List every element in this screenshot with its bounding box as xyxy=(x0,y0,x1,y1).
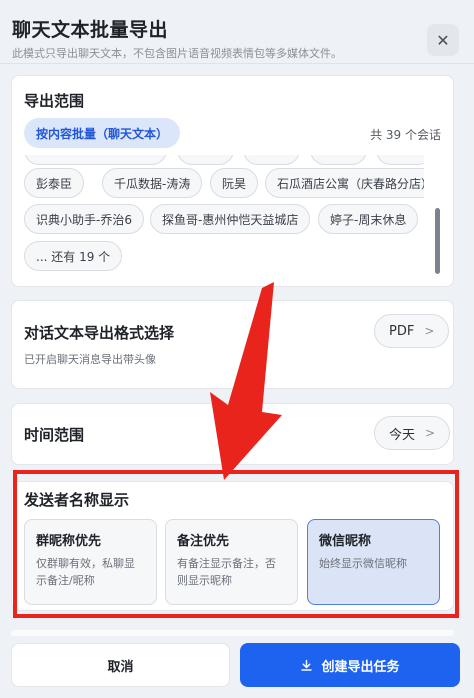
time-title: 时间范围 xyxy=(24,426,85,444)
format-select-button[interactable]: PDF > xyxy=(374,314,450,348)
session-chip[interactable]: 彭泰臣 xyxy=(24,168,85,198)
more-sessions-chip[interactable]: ... 还有 19 个 xyxy=(24,241,123,271)
footer-divider xyxy=(11,630,454,636)
chevron-right-icon: > xyxy=(424,324,435,338)
download-icon xyxy=(301,659,313,671)
scope-title: 导出范围 xyxy=(24,92,85,110)
create-export-task-button[interactable]: 创建导出任务 xyxy=(240,643,460,687)
create-label: 创建导出任务 xyxy=(321,659,400,675)
close-button[interactable]: ✕ xyxy=(427,24,459,56)
dialog-title: 聊天文本批量导出 xyxy=(12,19,169,41)
cancel-button[interactable]: 取消 xyxy=(11,643,230,687)
session-chip-list[interactable]: 彭泰臣 千瓜数据-涛涛 阮昊 石瓜酒店公寓（庆春路分店） 识典小助手-乔治6 探… xyxy=(24,155,424,280)
format-desc: 已开启聊天消息导出带头像 xyxy=(24,353,156,366)
session-chip[interactable]: 探鱼哥-惠州仲恺天益城店 xyxy=(150,204,311,234)
header-divider xyxy=(0,63,474,64)
session-chip[interactable]: 婷子-周末休息 xyxy=(318,204,419,234)
session-chip-hidden xyxy=(243,155,300,165)
session-chip[interactable]: 阮昊 xyxy=(210,168,259,198)
chevron-right-icon: > xyxy=(425,426,436,440)
time-value: 今天 xyxy=(389,427,416,443)
red-highlight-box xyxy=(13,470,459,618)
time-select-button[interactable]: 今天 > xyxy=(374,416,451,450)
format-card: 对话文本导出格式选择 已开启聊天消息导出带头像 PDF > xyxy=(11,300,454,389)
session-chip-hidden xyxy=(24,155,167,165)
dialog-subtitle: 此模式只导出聊天文本，不包含图片语音视频表情包等多媒体文件。 xyxy=(12,47,342,60)
batch-mode-pill[interactable]: 按内容批量（聊天文本） xyxy=(24,118,181,148)
session-chip[interactable]: 千瓜数据-涛涛 xyxy=(102,168,203,198)
session-chip-hidden xyxy=(376,155,424,165)
scope-card: 导出范围 按内容批量（聊天文本） 共 39 个会话 彭泰臣 千瓜数据-涛涛 阮昊… xyxy=(11,75,454,287)
format-value: PDF xyxy=(389,323,415,339)
format-title: 对话文本导出格式选择 xyxy=(24,324,175,342)
session-chip-hidden xyxy=(177,155,234,165)
close-icon: ✕ xyxy=(436,30,450,50)
session-count: 共 39 个会话 xyxy=(370,128,441,142)
chip-list-scrollbar[interactable] xyxy=(435,208,440,274)
export-dialog: 聊天文本批量导出 此模式只导出聊天文本，不包含图片语音视频表情包等多媒体文件。 … xyxy=(0,0,474,698)
session-chip-hidden xyxy=(310,155,367,165)
time-card: 时间范围 今天 > xyxy=(11,403,454,465)
session-chip[interactable]: 识典小助手-乔治6 xyxy=(24,204,144,234)
session-chip[interactable]: 石瓜酒店公寓（庆春路分店） xyxy=(265,168,424,198)
